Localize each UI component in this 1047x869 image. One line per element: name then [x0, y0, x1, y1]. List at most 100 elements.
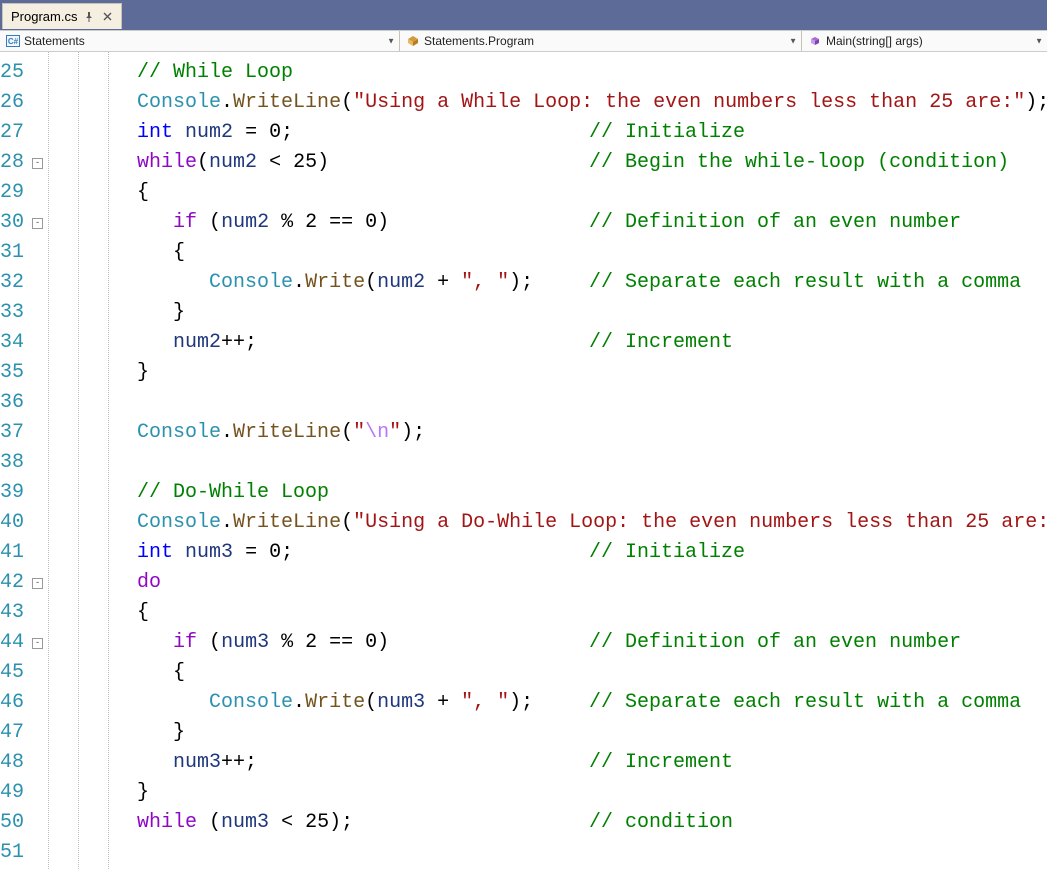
code-line[interactable]: while (num3 < 25);// condition — [137, 808, 1047, 838]
trailing-comment: // Definition of an even number — [589, 208, 961, 238]
fold-toggle-icon[interactable]: - — [32, 158, 43, 169]
scope-project-label: Statements — [24, 34, 85, 48]
fold-cell — [32, 688, 43, 718]
trailing-comment: // condition — [589, 808, 733, 838]
scope-method-combo[interactable]: Main(string[] args) ▼ — [802, 31, 1047, 51]
code-line[interactable]: } — [137, 718, 1047, 748]
code-line[interactable]: if (num2 % 2 == 0)// Definition of an ev… — [137, 208, 1047, 238]
code-line[interactable]: { — [137, 598, 1047, 628]
trailing-comment: // Increment — [589, 328, 733, 358]
fold-toggle-icon[interactable]: - — [32, 578, 43, 589]
trailing-comment: // Begin the while-loop (condition) — [589, 148, 1009, 178]
line-number: 49 — [0, 778, 24, 808]
fold-cell — [32, 838, 43, 868]
trailing-comment: // Initialize — [589, 118, 745, 148]
code-line[interactable]: } — [137, 358, 1047, 388]
fold-cell — [32, 58, 43, 88]
trailing-comment: // Increment — [589, 748, 733, 778]
fold-cell — [32, 478, 43, 508]
line-number: 45 — [0, 658, 24, 688]
code-content[interactable]: // While LoopConsole.WriteLine("Using a … — [137, 52, 1047, 869]
line-number: 27 — [0, 118, 24, 148]
pin-icon[interactable] — [83, 11, 95, 23]
code-line[interactable]: num3++;// Increment — [137, 748, 1047, 778]
code-line[interactable]: // While Loop — [137, 58, 1047, 88]
line-number: 39 — [0, 478, 24, 508]
code-line[interactable]: { — [137, 238, 1047, 268]
line-number: 50 — [0, 808, 24, 838]
line-number: 38 — [0, 448, 24, 478]
trailing-comment: // Definition of an even number — [589, 628, 961, 658]
fold-toggle-icon[interactable]: - — [32, 218, 43, 229]
code-line[interactable]: do — [137, 568, 1047, 598]
scope-class-combo[interactable]: Statements.Program ▼ — [400, 31, 802, 51]
code-line[interactable]: int num3 = 0;// Initialize — [137, 538, 1047, 568]
code-line[interactable]: if (num3 % 2 == 0)// Definition of an ev… — [137, 628, 1047, 658]
tab-title: Program.cs — [11, 9, 77, 24]
document-tab[interactable]: Program.cs — [2, 3, 122, 29]
code-line[interactable]: Console.WriteLine("Using a While Loop: t… — [137, 88, 1047, 118]
fold-cell — [32, 388, 43, 418]
chevron-down-icon: ▼ — [387, 37, 395, 46]
fold-cell — [32, 268, 43, 298]
fold-cell — [32, 178, 43, 208]
fold-toggle-icon[interactable]: - — [32, 638, 43, 649]
code-line[interactable]: } — [137, 778, 1047, 808]
fold-cell — [32, 538, 43, 568]
code-line[interactable] — [137, 448, 1047, 478]
line-number: 26 — [0, 88, 24, 118]
code-line[interactable]: int num2 = 0;// Initialize — [137, 118, 1047, 148]
code-line[interactable]: // Do-While Loop — [137, 478, 1047, 508]
scope-method-label: Main(string[] args) — [826, 34, 923, 48]
scope-project-combo[interactable]: C# Statements ▼ — [0, 31, 400, 51]
line-number: 41 — [0, 538, 24, 568]
fold-column[interactable]: - - - - — [32, 52, 43, 869]
navbar: C# Statements ▼ Statements.Program ▼ Mai… — [0, 30, 1047, 52]
fold-cell — [32, 118, 43, 148]
line-number: 47 — [0, 718, 24, 748]
code-line[interactable]: Console.WriteLine("\n"); — [137, 418, 1047, 448]
fold-cell — [32, 238, 43, 268]
fold-cell — [32, 658, 43, 688]
trailing-comment: // Initialize — [589, 538, 745, 568]
fold-cell[interactable]: - — [32, 148, 43, 178]
csharp-icon: C# — [6, 35, 20, 47]
line-number: 32 — [0, 268, 24, 298]
fold-cell — [32, 718, 43, 748]
code-line[interactable]: } — [137, 298, 1047, 328]
line-number: 51 — [0, 838, 24, 868]
code-line[interactable]: Console.WriteLine("Using a Do-While Loop… — [137, 508, 1047, 538]
fold-cell[interactable]: - — [32, 628, 43, 658]
indent-guides — [43, 52, 137, 869]
fold-cell[interactable]: - — [32, 208, 43, 238]
fold-cell — [32, 88, 43, 118]
fold-cell — [32, 748, 43, 778]
chevron-down-icon: ▼ — [789, 37, 797, 46]
line-number: 46 — [0, 688, 24, 718]
line-number: 48 — [0, 748, 24, 778]
line-number: 42 — [0, 568, 24, 598]
line-number: 36 — [0, 388, 24, 418]
method-icon — [808, 34, 822, 48]
code-line[interactable]: num2++;// Increment — [137, 328, 1047, 358]
line-number: 28 — [0, 148, 24, 178]
code-line[interactable]: Console.Write(num2 + ", ");// Separate e… — [137, 268, 1047, 298]
code-line[interactable]: while(num2 < 25)// Begin the while-loop … — [137, 148, 1047, 178]
code-line[interactable]: Console.Write(num3 + ", ");// Separate e… — [137, 688, 1047, 718]
fold-cell[interactable]: - — [32, 568, 43, 598]
code-line[interactable] — [137, 388, 1047, 418]
code-line[interactable]: { — [137, 658, 1047, 688]
code-editor[interactable]: 2526272829303132333435363738394041424344… — [0, 52, 1047, 869]
code-line[interactable]: { — [137, 178, 1047, 208]
line-number: 40 — [0, 508, 24, 538]
line-number: 31 — [0, 238, 24, 268]
code-line[interactable] — [137, 838, 1047, 868]
fold-cell — [32, 298, 43, 328]
fold-cell — [32, 328, 43, 358]
fold-cell — [32, 448, 43, 478]
trailing-comment: // Separate each result with a comma — [589, 688, 1021, 718]
chevron-down-icon: ▼ — [1035, 37, 1043, 46]
class-icon — [406, 34, 420, 48]
trailing-comment: // Separate each result with a comma — [589, 268, 1021, 298]
close-icon[interactable] — [101, 11, 113, 23]
